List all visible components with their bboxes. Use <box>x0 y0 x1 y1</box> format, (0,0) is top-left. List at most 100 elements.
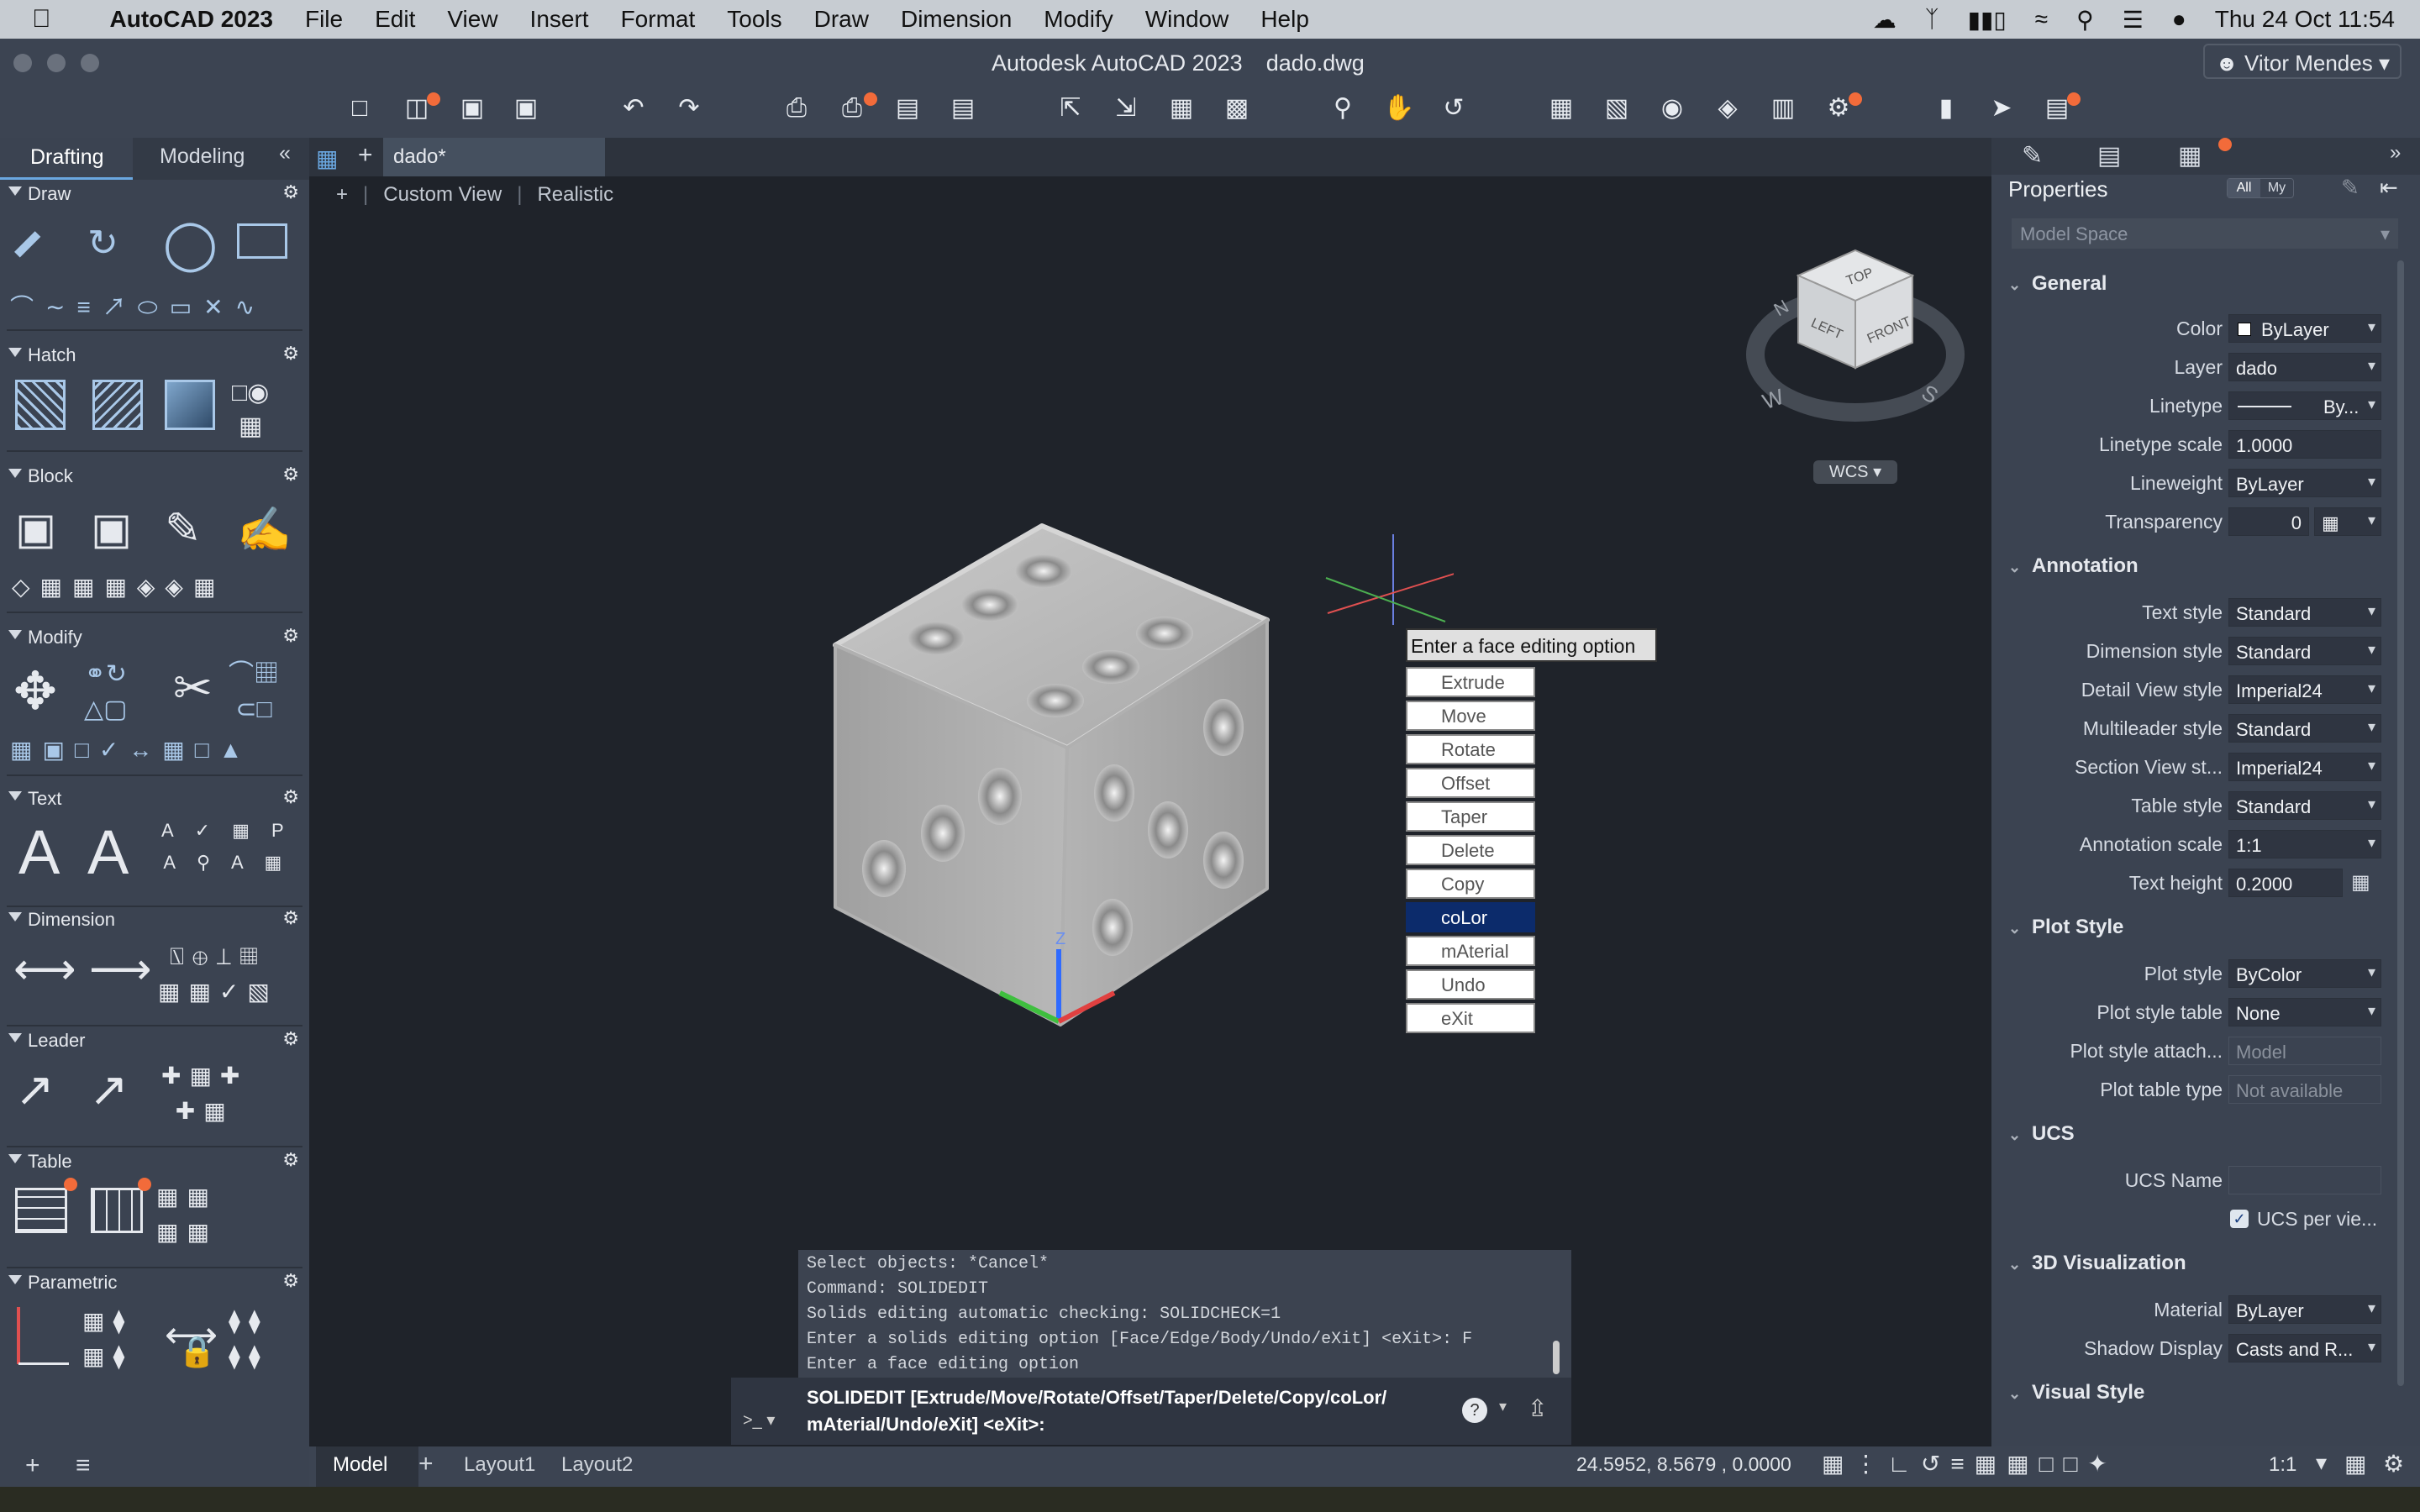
layers-tab-icon[interactable]: ▤ <box>2097 141 2121 171</box>
leader-small-tools[interactable]: ✚▦✚ ✚▦ <box>161 1058 248 1129</box>
option-move[interactable]: Move <box>1406 701 1535 731</box>
measure-icon[interactable]: ▥ <box>1768 94 1798 123</box>
chevron-down-icon[interactable]: ▾ <box>1499 1398 1507 1415</box>
option-offset[interactable]: Offset <box>1406 768 1535 798</box>
gear-icon[interactable]: ⚙ <box>282 907 299 929</box>
dice-3d-model[interactable]: Z <box>823 512 1277 1050</box>
single-line-text-icon[interactable]: A <box>87 816 129 888</box>
creative-cloud-icon[interactable]: ☁ <box>1873 6 1897 34</box>
apple-icon[interactable]:  <box>32 5 51 34</box>
tab-model[interactable]: Model <box>333 1453 387 1477</box>
pick-height-icon[interactable]: ▦ <box>2351 870 2370 895</box>
menu-dimension[interactable]: Dimension <box>901 6 1012 33</box>
tab-drafting[interactable]: Drafting <box>0 138 133 180</box>
modify-small-tools[interactable]: ▦▣□✓↔▦□▲ <box>10 736 252 764</box>
option-undo[interactable]: Undo <box>1406 969 1535 1000</box>
chevron-down-icon[interactable]: ▾ <box>2316 1450 2327 1476</box>
zoom-window-icon[interactable]: ⚲ <box>1328 94 1358 123</box>
prop-lineweight[interactable]: Lineweight ByLayer <box>2008 469 2395 499</box>
insert-block-icon[interactable]: ▣ <box>15 504 56 554</box>
dimension-small-tools[interactable]: ⍂⊕⊥▦ ▦▦✓▧ <box>158 939 278 1010</box>
battery-icon[interactable]: ▮▮▯ <box>1968 6 2007 34</box>
prop-dimension-style[interactable]: Dimension style Standard <box>2008 637 2395 667</box>
menu-help[interactable]: Help <box>1260 6 1309 33</box>
menu-tools[interactable]: Tools <box>727 6 781 33</box>
prop-ucs-per-viewport[interactable]: ✓ UCS per vie... <box>2008 1205 2395 1235</box>
table-tool-icon[interactable] <box>15 1188 67 1233</box>
search-icon[interactable]: ⚲ <box>2076 6 2094 34</box>
network-icon[interactable]: ▩ <box>1222 94 1252 123</box>
visual-style-control[interactable]: Realistic <box>537 183 613 207</box>
match-properties-icon[interactable]: ▧ <box>1602 94 1632 123</box>
gradient-hatch-icon[interactable] <box>92 380 143 430</box>
menubar-clock[interactable]: Thu 24 Oct 11:54 <box>2215 6 2395 33</box>
section-draw[interactable]: Draw ⚙ <box>0 180 309 208</box>
command-prompt-icon[interactable]: >_ ▾ <box>743 1410 775 1431</box>
prop-color[interactable]: Color ByLayer <box>2008 314 2395 344</box>
plot-icon[interactable]: ⎙ <box>781 94 812 123</box>
gear-icon[interactable]: ⚙ <box>282 625 299 647</box>
workspace-icon[interactable]: ▦ <box>2344 1450 2366 1478</box>
prop-text-style[interactable]: Text style Standard <box>2008 598 2395 628</box>
multiline-text-icon[interactable]: A <box>18 816 60 888</box>
prop-annotation-scale[interactable]: Annotation scale 1:1 <box>2008 830 2395 860</box>
tab-layout2[interactable]: Layout2 <box>561 1453 633 1477</box>
edit-attributes-icon[interactable]: ✍ <box>237 504 292 555</box>
block-small-tools[interactable]: ◇▦▦▦◈◈▦ <box>12 573 225 601</box>
section-parametric[interactable]: Parametric ⚙ <box>0 1268 309 1297</box>
prop-ucs-name[interactable]: UCS Name <box>2008 1166 2395 1196</box>
section-text[interactable]: Text ⚙ <box>0 785 309 813</box>
attach-icon[interactable]: ▦ <box>1166 94 1197 123</box>
siri-icon[interactable]: ● <box>2172 6 2186 33</box>
publish-icon[interactable]: ▤ <box>892 94 923 123</box>
gradient-tool-icon[interactable] <box>165 380 215 430</box>
edit-block-icon[interactable]: ✎ <box>165 504 202 554</box>
prop-material[interactable]: Material ByLayer <box>2008 1295 2395 1326</box>
section-table[interactable]: Table ⚙ <box>0 1147 309 1176</box>
prop-transparency[interactable]: Transparency 0 ▦ <box>2008 507 2395 538</box>
view-control[interactable]: Custom View <box>383 183 502 207</box>
section-dimension[interactable]: Dimension ⚙ <box>0 906 309 934</box>
option-delete[interactable]: Delete <box>1406 835 1535 865</box>
user-account-menu[interactable]: ☻ Vitor Mendes ▾ <box>2203 44 2402 79</box>
new-tab-icon[interactable]: + <box>358 141 373 170</box>
section-3d-visualization[interactable]: ⌄ 3D Visualization <box>2008 1252 2186 1275</box>
collapse-palette-icon[interactable]: « <box>279 141 291 165</box>
quick-select-icon[interactable]: ✎ <box>2341 175 2360 201</box>
gear-icon[interactable]: ⚙ <box>282 1149 299 1171</box>
expand-palette-icon[interactable]: » <box>2390 141 2401 165</box>
prop-detail-view-style[interactable]: Detail View style Imperial24 <box>2008 675 2395 706</box>
viewcube[interactable]: TOP LEFT FRONT <box>1797 242 1914 376</box>
batch-plot-icon[interactable]: ⎙ <box>837 94 867 123</box>
hatch-tool-icon[interactable] <box>15 380 66 430</box>
group-icon[interactable]: ◈ <box>1712 94 1743 123</box>
wifi-icon[interactable]: ≈ <box>2035 6 2048 33</box>
import-icon[interactable]: ⇱ <box>1055 94 1086 123</box>
start-tab-icon[interactable]: ▦ <box>316 144 338 172</box>
option-taper[interactable]: Taper <box>1406 801 1535 832</box>
viewport-menu-icon[interactable]: + <box>336 183 348 207</box>
filter-all[interactable]: All <box>2228 179 2260 197</box>
orbit-icon[interactable]: ↺ <box>1439 94 1469 123</box>
multileader-icon[interactable]: ↗ <box>15 1062 55 1117</box>
move-tool-icon[interactable]: ✥ <box>13 660 57 722</box>
option-material[interactable]: mAterial <box>1406 936 1535 966</box>
gear-icon[interactable]: ⚙ <box>282 181 299 203</box>
rectangle-tool-icon[interactable] <box>237 223 287 259</box>
polyline-tool-icon[interactable]: ↻ <box>87 222 118 265</box>
save-icon[interactable]: ▣ <box>457 94 487 123</box>
properties-tool-icon[interactable]: ▦ <box>1546 94 1576 123</box>
copy-rotate-icons[interactable]: ⚭↻ △▢ <box>84 657 127 727</box>
trim-tool-icon[interactable]: ✂ <box>173 660 213 716</box>
menu-format[interactable]: Format <box>621 6 696 33</box>
export-icon[interactable]: ▤ <box>948 94 978 123</box>
command-current-prompt[interactable]: SOLIDEDIT [Extrude/Move/Rotate/Offset/Ta… <box>807 1384 1445 1438</box>
properties-scrollbar[interactable] <box>2397 260 2404 1386</box>
control-center-icon[interactable]: ☰ <box>2123 6 2144 34</box>
text-small-tools[interactable]: A ✓ ▦ PA ⚲ A ▦ <box>161 815 292 879</box>
transparency-layer-icon[interactable]: ▦ <box>2314 507 2381 536</box>
pick-objects-icon[interactable]: ⇤ <box>2380 175 2398 201</box>
gear-icon[interactable]: ⚙ <box>282 786 299 808</box>
close-window-button[interactable] <box>13 54 32 72</box>
ucs-menu[interactable]: WCS ▾ <box>1813 460 1897 484</box>
